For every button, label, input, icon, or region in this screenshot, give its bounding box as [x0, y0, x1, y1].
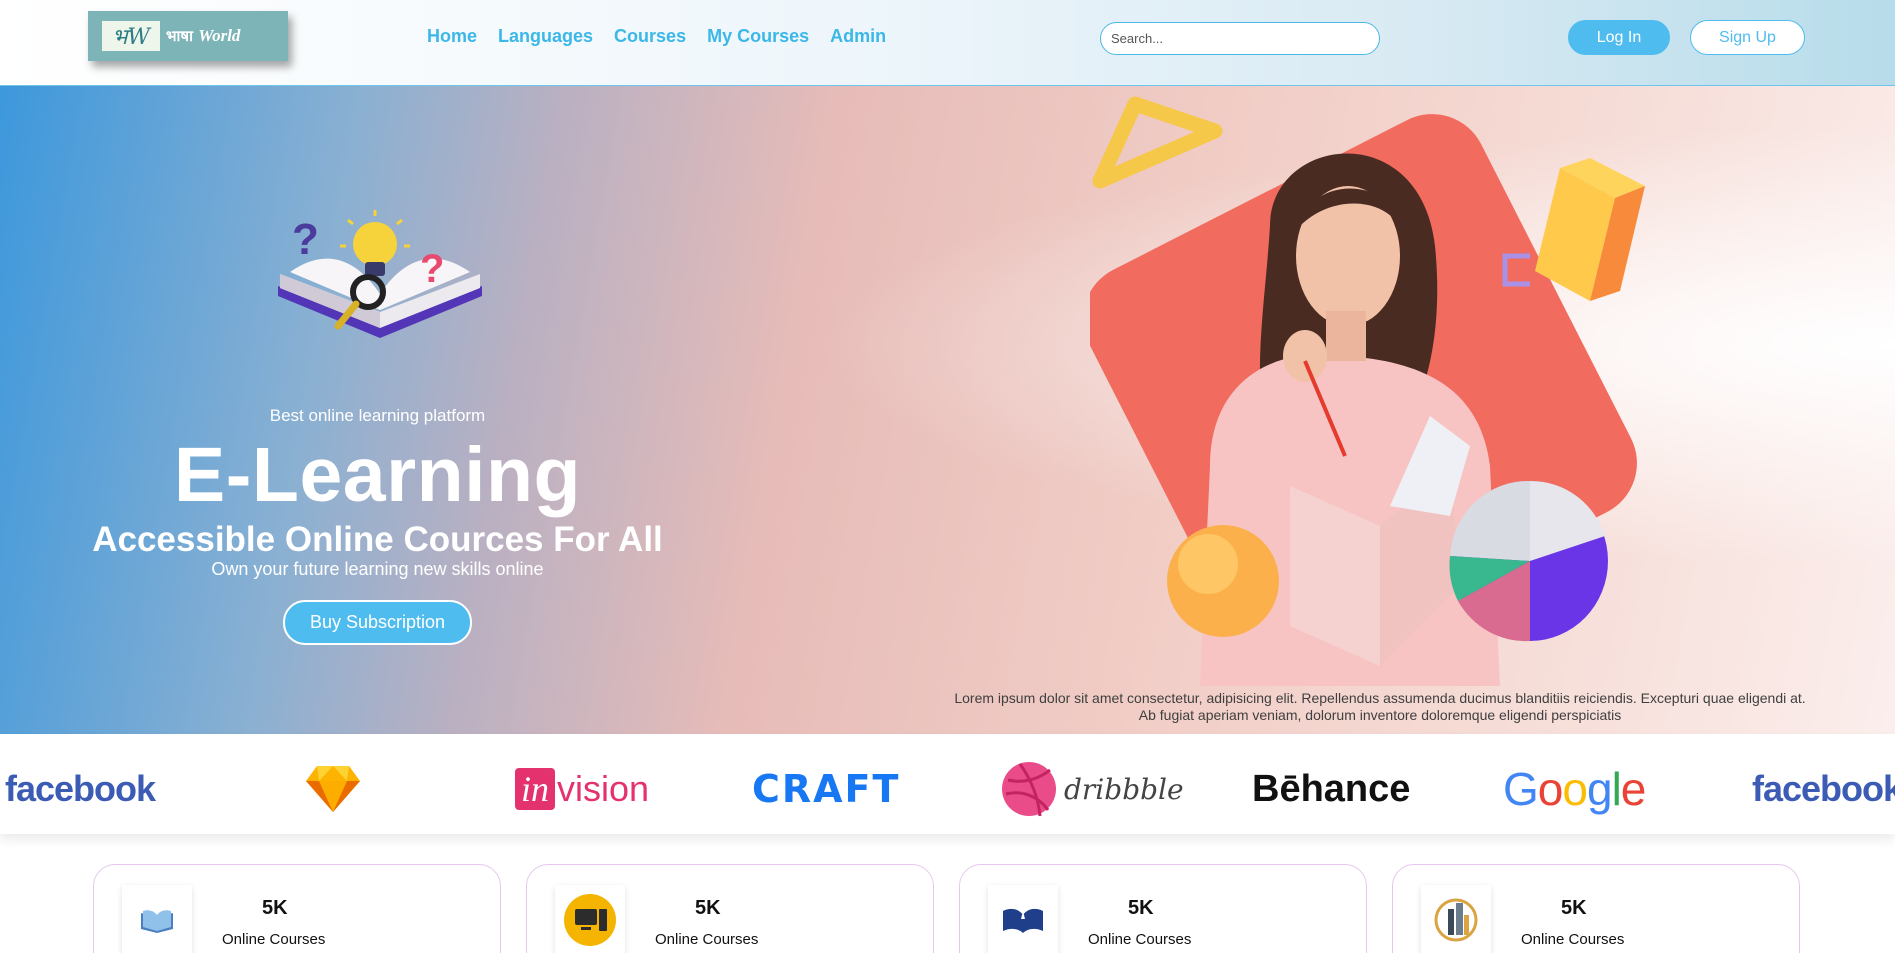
hero-eyebrow: Best online learning platform	[269, 406, 486, 425]
site-logo[interactable]: भW भाषा World	[88, 11, 288, 61]
top-navbar: भW भाषा World Home Languages Courses My …	[0, 0, 1895, 86]
search-input[interactable]	[1100, 22, 1380, 55]
partner-logos-strip: facebook in vision CRAFT dribbble Bēhanc…	[0, 734, 1895, 834]
stat-value: 5K	[1128, 897, 1154, 919]
stat-value: 5K	[262, 897, 288, 919]
stat-card: 5K Online Courses	[93, 864, 501, 953]
stat-label: Online Courses	[1088, 931, 1192, 948]
book-icon	[122, 885, 192, 953]
open-book-icon	[988, 885, 1058, 953]
stat-card: 5K Online Courses	[526, 864, 934, 953]
logo-suffix: World	[198, 26, 241, 45]
nav-admin[interactable]: Admin	[830, 26, 886, 47]
facebook-logo: facebook	[5, 768, 156, 809]
dribbble-logo: dribbble	[1000, 762, 1184, 817]
stat-card: 5K Online Courses	[959, 864, 1367, 953]
login-button[interactable]: Log In	[1568, 20, 1670, 55]
buy-subscription-button[interactable]: Buy Subscription	[283, 600, 472, 645]
hero-section: ? ? Best online learning platform E-Lear…	[0, 86, 1895, 734]
svg-text:?: ?	[420, 247, 444, 291]
stat-label: Online Courses	[222, 931, 326, 948]
facebook-logo-repeat: facebook	[1752, 768, 1895, 809]
stat-label: Online Courses	[655, 931, 759, 948]
logo-text: भाषा World	[166, 26, 240, 46]
google-logo: Google	[1503, 763, 1646, 815]
hero-description: Lorem ipsum dolor sit amet consectetur, …	[900, 690, 1860, 724]
craft-logo: CRAFT	[752, 767, 901, 811]
student-hero-illustration	[1090, 96, 1645, 686]
stat-label: Online Courses	[1521, 931, 1625, 948]
behance-logo: Bēhance	[1252, 767, 1411, 810]
stat-value: 5K	[695, 897, 721, 919]
nav-home[interactable]: Home	[427, 26, 477, 47]
stat-value: 5K	[1561, 897, 1587, 919]
hero-description-line2: Ab fugiat aperiam veniam, dolorum invent…	[1138, 707, 1622, 723]
computer-icon	[555, 885, 625, 953]
building-icon	[1421, 885, 1491, 953]
hero-title: E-Learning	[173, 432, 582, 518]
nav-my-courses[interactable]: My Courses	[707, 26, 809, 47]
logo-word: भाषा	[166, 27, 193, 45]
hero-subtitle: Accessible Online Cources For All	[92, 520, 663, 559]
dribbble-ball-icon	[1002, 762, 1056, 817]
hero-tagline: Own your future learning new skills onli…	[211, 559, 544, 579]
main-nav: Home Languages Courses My Courses Admin	[427, 26, 886, 47]
stat-card: 5K Online Courses	[1392, 864, 1800, 953]
nav-languages[interactable]: Languages	[498, 26, 593, 47]
svg-text:?: ?	[292, 215, 319, 264]
sketch-diamond-icon	[306, 766, 360, 812]
nav-courses[interactable]: Courses	[614, 26, 686, 47]
signup-button[interactable]: Sign Up	[1690, 20, 1805, 55]
google-wordmark: Google	[1503, 763, 1646, 815]
invision-logo: in vision	[515, 764, 649, 814]
sketch-logo	[305, 764, 361, 814]
logo-mark: भW	[102, 21, 160, 51]
hero-description-line1: Lorem ipsum dolor sit amet consectetur, …	[954, 690, 1806, 706]
book-lightbulb-illustration: ? ?	[278, 210, 482, 338]
